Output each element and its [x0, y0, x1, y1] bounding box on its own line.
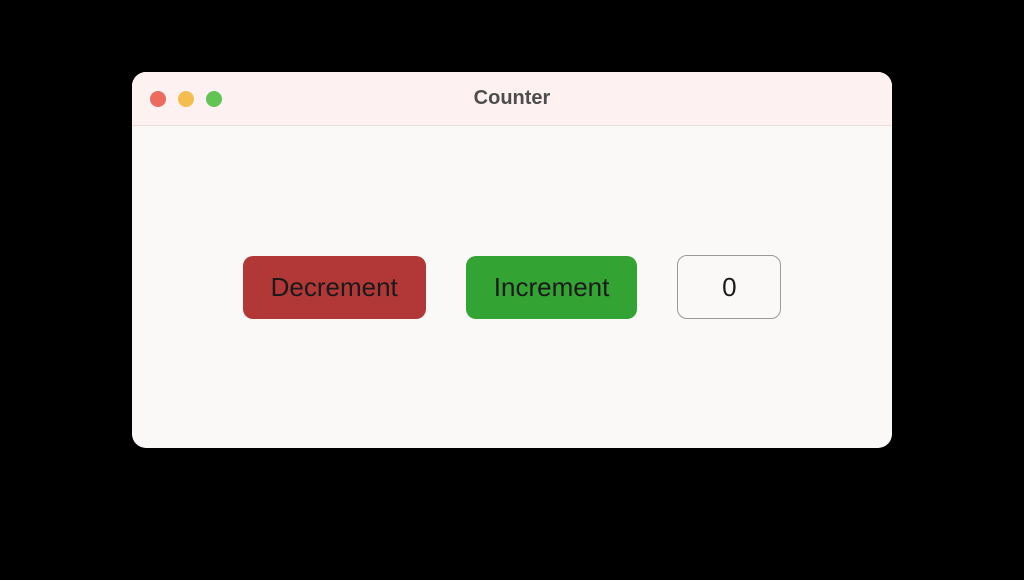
window-title: Counter	[132, 87, 892, 110]
increment-button[interactable]: Increment	[466, 256, 638, 319]
app-window: Counter Decrement Increment 0	[132, 72, 892, 448]
counter-value: 0	[677, 255, 781, 319]
decrement-button[interactable]: Decrement	[243, 256, 426, 319]
close-icon[interactable]	[150, 91, 166, 107]
titlebar: Counter	[132, 72, 892, 126]
content-area: Decrement Increment 0	[132, 126, 892, 448]
window-controls	[150, 91, 222, 107]
minimize-icon[interactable]	[178, 91, 194, 107]
maximize-icon[interactable]	[206, 91, 222, 107]
